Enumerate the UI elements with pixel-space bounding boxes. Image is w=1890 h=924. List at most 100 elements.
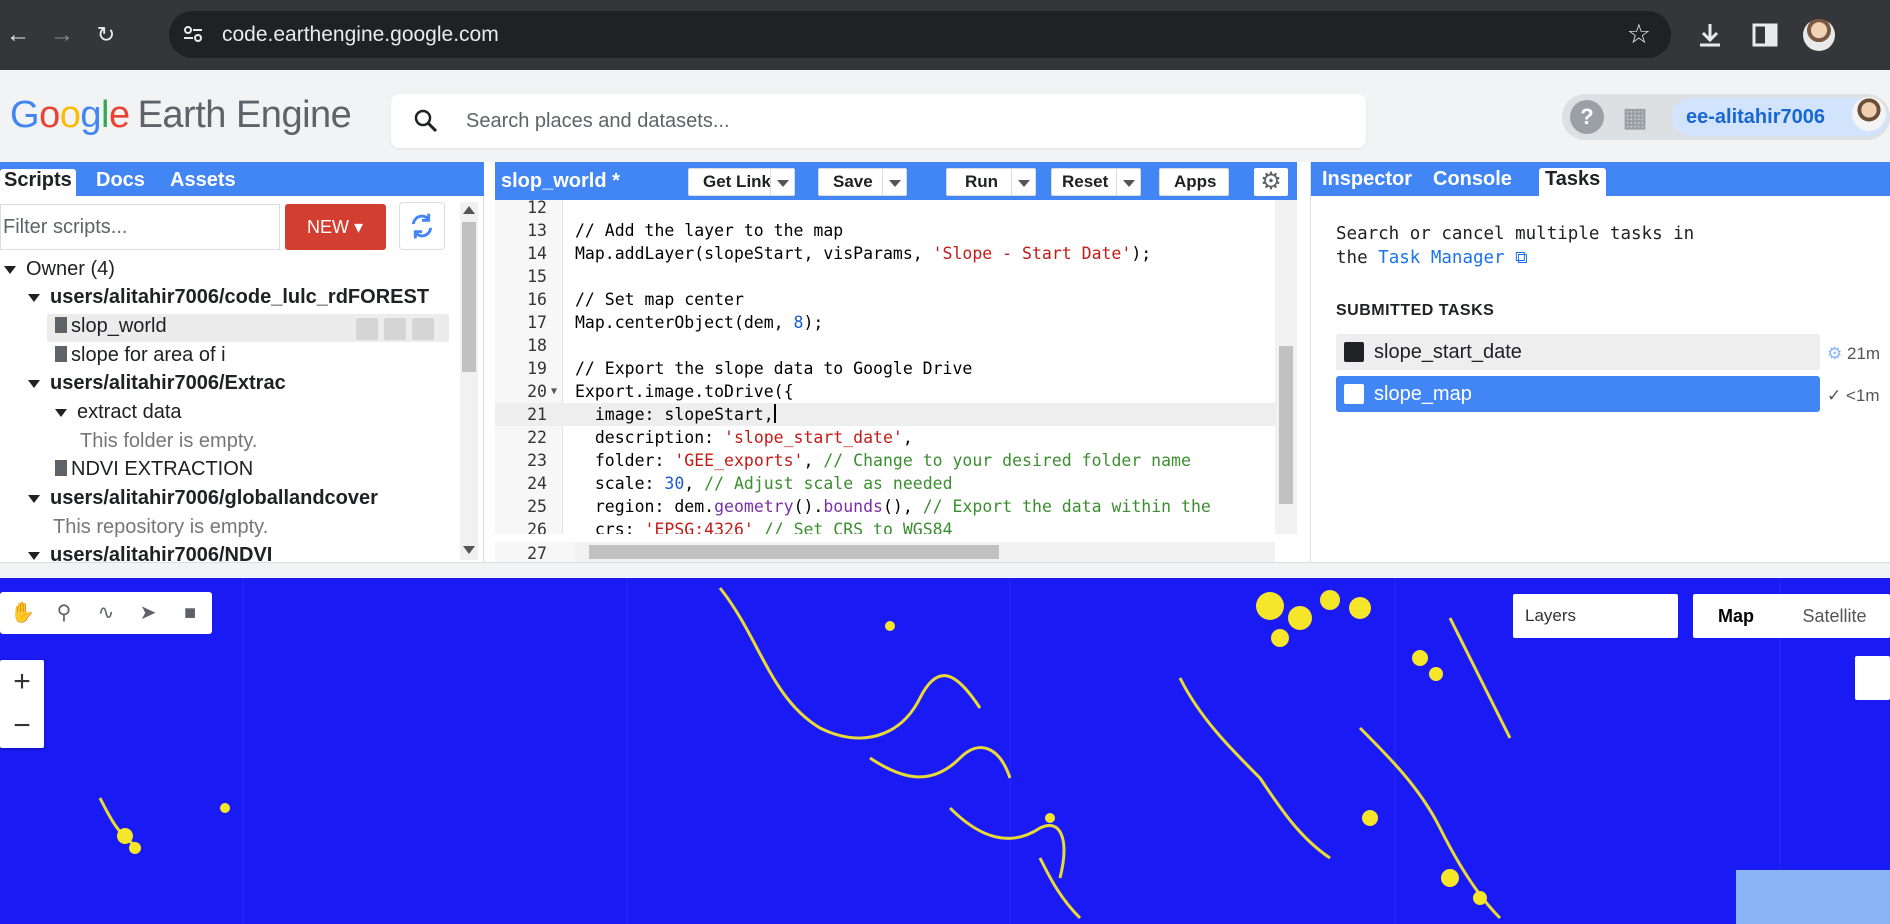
delete-icon[interactable] — [412, 318, 434, 340]
zoom-in-button[interactable]: + — [0, 660, 44, 704]
chevron-down-icon[interactable] — [882, 169, 906, 195]
task-manager-link[interactable]: Task Manager — [1378, 248, 1504, 268]
app-header: GoogleEarth Engine ? ▦ ee-alitahir7006 — [0, 70, 1890, 162]
left-tabbar: Scripts Docs Assets — [0, 162, 484, 196]
sidepanel-icon[interactable] — [1750, 20, 1780, 50]
account-area: ? ▦ ee-alitahir7006 — [1562, 94, 1890, 140]
code-area[interactable]: 12 13// Add the layer to the map 14 Map.a… — [495, 200, 1297, 534]
tab-scripts[interactable]: Scripts — [0, 169, 76, 196]
map-type-map[interactable]: Map — [1693, 594, 1779, 638]
reset-button[interactable]: Reset — [1051, 168, 1141, 196]
checkmark-icon: ✓ — [1827, 386, 1842, 405]
file-icon — [55, 460, 67, 476]
address-bar[interactable]: code.earthengine.google.com ☆ — [169, 11, 1671, 58]
search-input[interactable] — [466, 106, 1346, 136]
chevron-down-icon[interactable] — [770, 169, 794, 195]
back-icon[interactable]: ← — [2, 19, 34, 51]
right-tabbar: Inspector Console Tasks — [1311, 162, 1890, 196]
refresh-icon[interactable] — [399, 202, 445, 250]
chevron-down-icon[interactable] — [1116, 169, 1140, 195]
account-avatar[interactable] — [1852, 97, 1886, 131]
editor-vertical-scrollbar[interactable] — [1275, 200, 1297, 534]
help-icon[interactable]: ? — [1570, 100, 1604, 134]
profile-avatar[interactable] — [1803, 19, 1835, 51]
polygon-icon[interactable]: ➤ — [136, 601, 160, 625]
fold-arrow-icon[interactable]: ▼ — [551, 380, 557, 403]
code-line: 19// Export the slope data to Google Dri… — [527, 359, 973, 378]
search-bar — [391, 94, 1366, 148]
forward-icon[interactable]: → — [46, 19, 78, 51]
text-cursor — [773, 404, 776, 423]
map-legend-box — [1736, 870, 1890, 924]
code-line: 23 folder: 'GEE_exports', // Change to y… — [527, 451, 1191, 470]
tree-repo[interactable]: users/alitahir7006/code_lulc_rdFOREST — [28, 286, 429, 314]
tab-console[interactable]: Console — [1427, 168, 1518, 196]
history-icon[interactable] — [356, 318, 378, 340]
tree-repo[interactable]: users/alitahir7006/NDVI — [28, 544, 272, 562]
filter-scripts-input[interactable] — [0, 204, 280, 250]
tree-file[interactable]: NDVI EXTRACTION — [55, 458, 253, 486]
layers-button[interactable]: Layers — [1513, 594, 1678, 638]
tasks-note: Search or cancel multiple tasks in the T… — [1336, 224, 1695, 268]
earth-engine-logo[interactable]: Google Earth Engine — [10, 94, 352, 137]
code-line: 12 — [527, 200, 547, 217]
zoom-out-button[interactable]: − — [0, 704, 44, 748]
fullscreen-icon[interactable] — [1855, 656, 1890, 700]
star-icon[interactable]: ☆ — [1627, 19, 1651, 50]
search-icon — [414, 109, 438, 133]
gear-icon[interactable]: ⚙ — [1254, 168, 1288, 196]
marker-icon[interactable]: ⚲ — [52, 601, 76, 625]
caret-down-icon — [55, 408, 67, 417]
scripts-scrollbar[interactable] — [460, 202, 478, 560]
tree-file[interactable]: slope for area of i — [55, 344, 226, 372]
rectangle-icon[interactable]: ■ — [178, 601, 202, 625]
tree-owner[interactable]: Owner (4) — [4, 258, 115, 286]
tree-folder[interactable]: extract data — [55, 401, 182, 429]
new-button[interactable]: NEW ▾ — [285, 204, 386, 250]
url-text: code.earthengine.google.com — [222, 23, 499, 46]
script-title: slop_world * — [501, 170, 620, 192]
code-editor-panel: slop_world * Get Link Save Run Reset App… — [495, 162, 1297, 565]
tab-docs[interactable]: Docs — [92, 169, 149, 196]
image-icon — [1344, 384, 1364, 404]
code-line-active: 21 image: slopeStart, — [495, 403, 1275, 426]
task-item[interactable]: slope_start_date — [1336, 334, 1820, 370]
map-type-satellite[interactable]: Satellite — [1779, 594, 1890, 638]
tree-repo[interactable]: users/alitahir7006/globallandcover — [28, 487, 378, 515]
tab-inspector[interactable]: Inspector — [1316, 168, 1418, 196]
chevron-down-icon[interactable] — [1011, 169, 1035, 195]
editor-toolbar: slop_world * Get Link Save Run Reset App… — [495, 162, 1297, 200]
file-actions — [356, 318, 440, 346]
empty-folder-text: This folder is empty. — [80, 430, 258, 452]
tree-repo[interactable]: users/alitahir7006/Extrac — [28, 372, 286, 400]
external-link-icon[interactable]: ⧉ — [1515, 248, 1528, 268]
get-link-button[interactable]: Get Link — [688, 168, 795, 196]
task-item[interactable]: slope_map — [1336, 376, 1820, 412]
file-icon — [55, 346, 67, 362]
download-icon[interactable] — [1695, 20, 1725, 50]
map-canvas[interactable]: ✋ ⚲ ∿ ➤ ■ + − Layers Map Satellite — [0, 578, 1890, 924]
site-info-icon[interactable] — [181, 22, 205, 46]
save-button[interactable]: Save — [818, 168, 907, 196]
caret-down-icon — [28, 494, 40, 503]
editor-horizontal-scrollbar[interactable] — [575, 542, 1275, 562]
run-button[interactable]: Run — [946, 168, 1036, 196]
feedback-icon[interactable]: ▦ — [1618, 100, 1652, 134]
edit-icon[interactable] — [384, 318, 406, 340]
tab-assets[interactable]: Assets — [166, 169, 240, 196]
tree-file[interactable]: slop_world — [55, 315, 167, 343]
pan-hand-icon[interactable]: ✋ — [10, 601, 35, 625]
drawing-tools: ✋ ⚲ ∿ ➤ ■ — [0, 592, 212, 634]
submitted-tasks-heading: SUBMITTED TASKS — [1336, 302, 1495, 319]
reload-icon[interactable]: ↻ — [90, 19, 122, 51]
spinner-gear-icon: ⚙ — [1827, 344, 1843, 363]
line-icon[interactable]: ∿ — [94, 601, 118, 625]
tab-tasks[interactable]: Tasks — [1539, 168, 1607, 196]
code-line: 25 region: dem.geometry().bounds(), // E… — [527, 497, 1211, 516]
apps-button[interactable]: Apps — [1159, 168, 1229, 196]
caret-down-icon — [28, 293, 40, 302]
code-line: 14 Map.addLayer(slopeStart, visParams, 'S… — [527, 244, 1152, 263]
panel-splitter[interactable] — [0, 562, 1890, 578]
caret-down-icon — [28, 379, 40, 388]
code-line: 20 ▼ Export.image.toDrive({ — [527, 380, 794, 403]
